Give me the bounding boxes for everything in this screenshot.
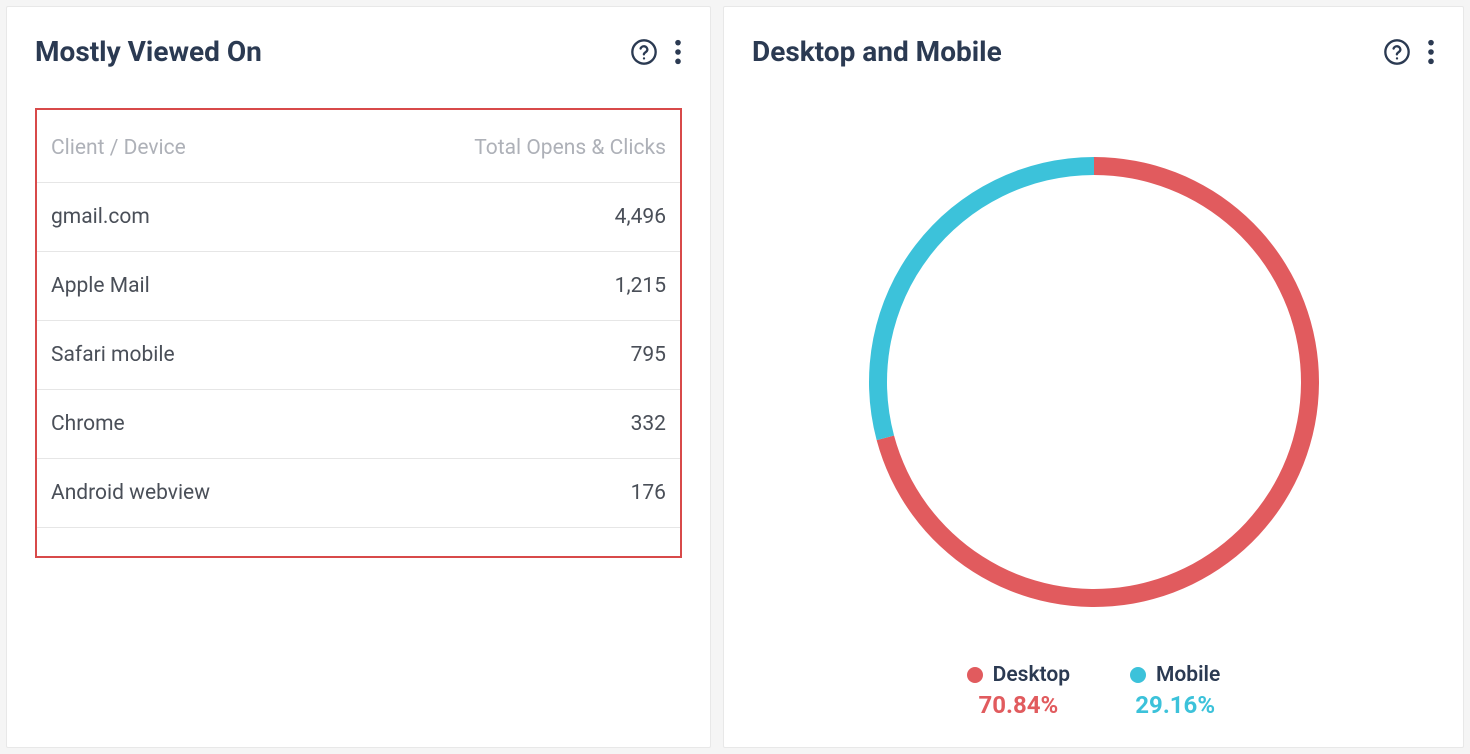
- cell-value: 176: [333, 459, 680, 528]
- legend-mobile-top: Mobile: [1130, 663, 1220, 687]
- cell-client: Chrome: [37, 390, 333, 459]
- col-opens: Total Opens & Clicks: [333, 110, 680, 183]
- cell-client: Android webview: [37, 459, 333, 528]
- panel-actions: [1383, 38, 1435, 66]
- legend-desktop-top: Desktop: [967, 663, 1070, 687]
- cell-value: 332: [333, 390, 680, 459]
- more-icon[interactable]: [674, 38, 682, 66]
- client-device-table: Client / Device Total Opens & Clicks gma…: [37, 110, 680, 556]
- donut-chart-area: [752, 108, 1435, 655]
- chart-legend: Desktop 70.84% Mobile 29.16%: [752, 663, 1435, 719]
- legend-mobile-pct: 29.16%: [1135, 691, 1215, 719]
- table-row: Android webview 176: [37, 459, 680, 528]
- table-row: Apple Mail 1,215: [37, 252, 680, 321]
- cell-client: gmail.com: [37, 183, 333, 252]
- col-client: Client / Device: [37, 110, 333, 183]
- table-row: gmail.com 4,496: [37, 183, 680, 252]
- legend-desktop-label: Desktop: [993, 663, 1070, 687]
- more-icon[interactable]: [1427, 38, 1435, 66]
- donut-chart: [854, 142, 1334, 622]
- client-device-table-highlight: Client / Device Total Opens & Clicks gma…: [35, 108, 682, 558]
- legend-dot-mobile: [1130, 667, 1146, 683]
- help-icon[interactable]: [630, 38, 658, 66]
- cell-value: 4,496: [333, 183, 680, 252]
- cell-value: 1,215: [333, 252, 680, 321]
- panel-actions: [630, 38, 682, 66]
- panel-title: Mostly Viewed On: [35, 35, 262, 68]
- table-header-row: Client / Device Total Opens & Clicks: [37, 110, 680, 183]
- legend-desktop-pct: 70.84%: [978, 691, 1058, 719]
- desktop-mobile-panel: Desktop and Mobile Des: [723, 6, 1464, 748]
- legend-desktop: Desktop 70.84%: [967, 663, 1070, 719]
- legend-mobile: Mobile 29.16%: [1130, 663, 1220, 719]
- cell-client: Safari mobile: [37, 321, 333, 390]
- cell-value: 795: [333, 321, 680, 390]
- table-row-spacer: [37, 528, 680, 557]
- help-icon[interactable]: [1383, 38, 1411, 66]
- panel-title: Desktop and Mobile: [752, 35, 1002, 68]
- mostly-viewed-panel: Mostly Viewed On Client / Device T: [6, 6, 711, 748]
- legend-dot-desktop: [967, 667, 983, 683]
- legend-mobile-label: Mobile: [1156, 663, 1220, 687]
- panel-header: Desktop and Mobile: [752, 35, 1435, 68]
- panel-header: Mostly Viewed On: [35, 35, 682, 68]
- table-row: Safari mobile 795: [37, 321, 680, 390]
- table-row: Chrome 332: [37, 390, 680, 459]
- cell-client: Apple Mail: [37, 252, 333, 321]
